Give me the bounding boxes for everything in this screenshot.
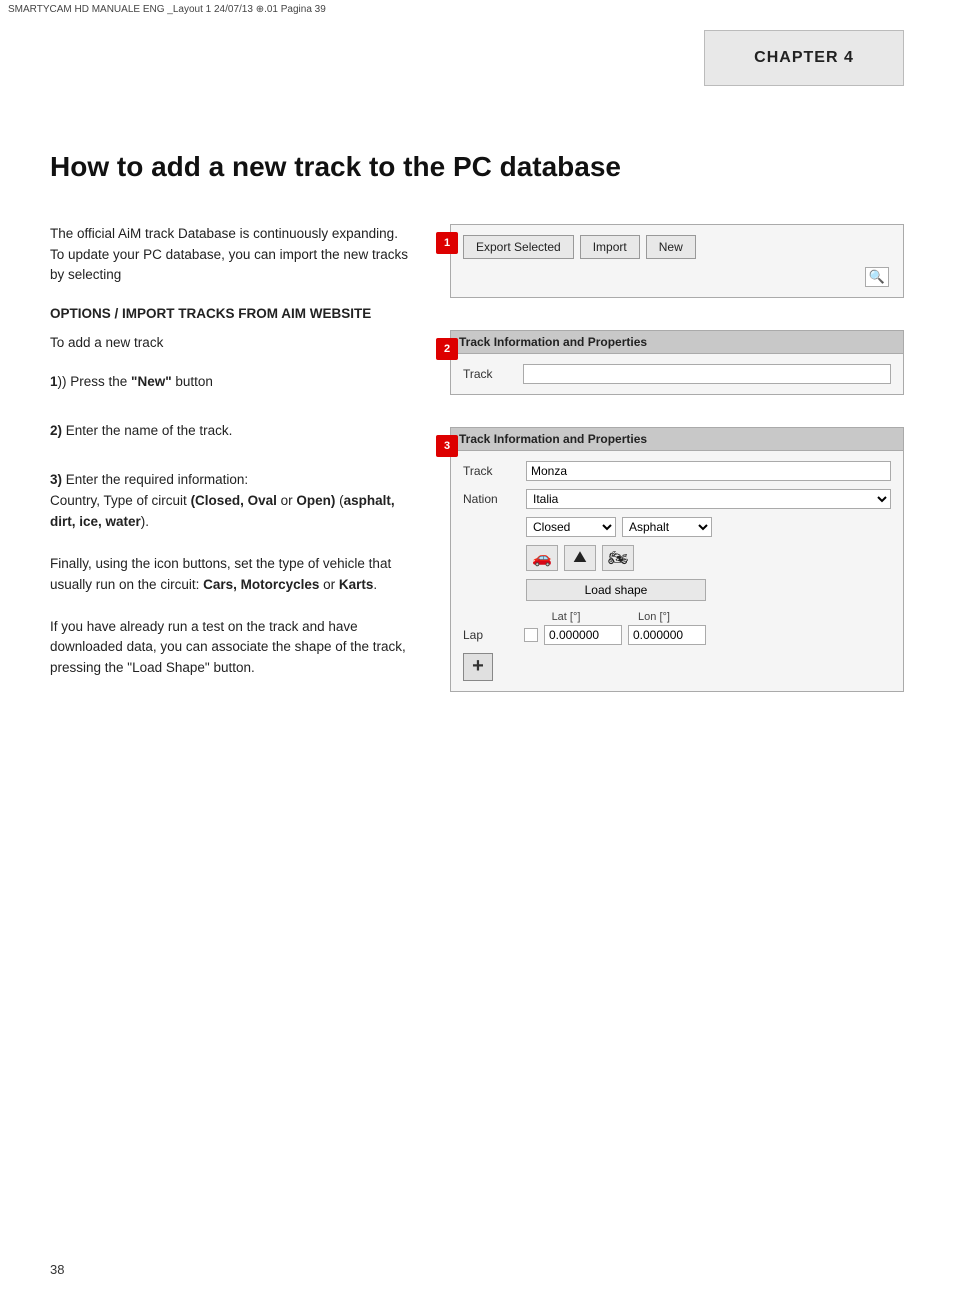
track-name-label: Track [463, 464, 518, 478]
panel2-track-row: Track [463, 364, 891, 384]
moto-icon: 🏍 [608, 548, 628, 568]
search-icon: 🔍 [869, 269, 885, 285]
panel2-title-bar: Track Information and Properties [451, 331, 903, 354]
left-column: The official AiM track Database is conti… [50, 224, 420, 708]
kart-icon-button[interactable]: ⛰ [564, 545, 596, 571]
export-selected-button[interactable]: Export Selected [463, 235, 574, 259]
add-track-text: To add a new track [50, 333, 420, 354]
intro-text-1: The official AiM track Database is conti… [50, 226, 398, 241]
chapter-title: CHAPTER 4 [754, 49, 854, 66]
dropdowns-row: Closed Oval Open Asphalt Dirt Ice Water [526, 517, 891, 537]
page-header: SMARTYCAM HD MANUALE ENG _Layout 1 24/07… [0, 0, 954, 18]
page-number: 38 [50, 1262, 64, 1277]
step-badge-3: 3 [436, 435, 458, 457]
lat-header: Lat [°] [526, 611, 606, 623]
main-content: How to add a new track to the PC databas… [50, 150, 904, 707]
panel2-track-label: Track [463, 367, 513, 381]
lat-input[interactable] [544, 625, 622, 645]
step-2-label: 2) Enter the name of the track. [50, 423, 232, 438]
panel3-body: Track Nation Italia [451, 451, 903, 691]
search-row: 🔍 [463, 267, 891, 287]
step-badge-1: 1 [436, 232, 458, 254]
right-column: 1 Export Selected Import New 🔍 [450, 224, 904, 708]
panel2-track-input[interactable] [523, 364, 891, 384]
new-button[interactable]: New [646, 235, 696, 259]
kart-icon: ⛰ [573, 549, 586, 567]
coords-header-row: Lat [°] Lon [°] [526, 611, 891, 623]
surface-type-select[interactable]: Asphalt Dirt Ice Water [622, 517, 712, 537]
panel1-wrapper: 1 Export Selected Import New 🔍 [450, 224, 904, 298]
intro-text-2: To update your PC database, you can impo… [50, 247, 408, 283]
nation-label: Nation [463, 492, 518, 506]
lon-header: Lon [°] [614, 611, 694, 623]
options-heading: OPTIONS / IMPORT TRACKS FROM AIM WEBSITE [50, 304, 420, 325]
add-btn-row: + [463, 653, 891, 681]
load-shape-button[interactable]: Load shape [526, 579, 706, 601]
search-icon-box[interactable]: 🔍 [865, 267, 889, 287]
lap-row: Lap [463, 625, 891, 645]
lap-label: Lap [463, 628, 518, 642]
step-3-para2: Finally, using the icon buttons, set the… [50, 554, 420, 596]
step-1-text: 1)) Press the "New" button [50, 372, 420, 393]
vehicle-icons-row: 🚗 ⛰ 🏍 [526, 545, 891, 571]
panel3-title-bar: Track Information and Properties [451, 428, 903, 451]
intro-paragraph: The official AiM track Database is conti… [50, 224, 420, 287]
lap-checkbox[interactable] [524, 628, 538, 642]
nation-row: Nation Italia [463, 489, 891, 509]
two-column-layout: The official AiM track Database is conti… [50, 224, 904, 708]
circuit-type-select[interactable]: Closed Oval Open [526, 517, 616, 537]
step-1-label: 1)) Press the "New" button [50, 374, 213, 389]
add-button[interactable]: + [463, 653, 493, 681]
header-text: SMARTYCAM HD MANUALE ENG _Layout 1 24/07… [8, 4, 326, 15]
step-3-text: 3) Enter the required information: Count… [50, 470, 420, 533]
page-title: How to add a new track to the PC databas… [50, 150, 904, 184]
step-2-text: 2) Enter the name of the track. [50, 421, 420, 442]
panel1-buttons: Export Selected Import New [463, 235, 891, 259]
panel2-wrapper: 2 Track Information and Properties Track [450, 330, 904, 395]
car-icon-button[interactable]: 🚗 [526, 545, 558, 571]
nation-select[interactable]: Italia [526, 489, 891, 509]
panel1: Export Selected Import New 🔍 [450, 224, 904, 298]
step-badge-2: 2 [436, 338, 458, 360]
step-3-para3: If you have already run a test on the tr… [50, 617, 420, 680]
track-name-input[interactable] [526, 461, 891, 481]
panel3-wrapper: 3 Track Information and Properties Track… [450, 427, 904, 692]
load-shape-row: Load shape [526, 579, 891, 601]
moto-icon-button[interactable]: 🏍 [602, 545, 634, 571]
panel2-body: Track [451, 354, 903, 394]
panel3: Track Information and Properties Track N… [450, 427, 904, 692]
car-icon: 🚗 [532, 548, 552, 568]
chapter-box: CHAPTER 4 [704, 30, 904, 86]
track-name-row: Track [463, 461, 891, 481]
step-3-block: 3) Enter the required information: Count… [50, 470, 420, 679]
import-button[interactable]: Import [580, 235, 640, 259]
lon-input[interactable] [628, 625, 706, 645]
panel2: Track Information and Properties Track [450, 330, 904, 395]
